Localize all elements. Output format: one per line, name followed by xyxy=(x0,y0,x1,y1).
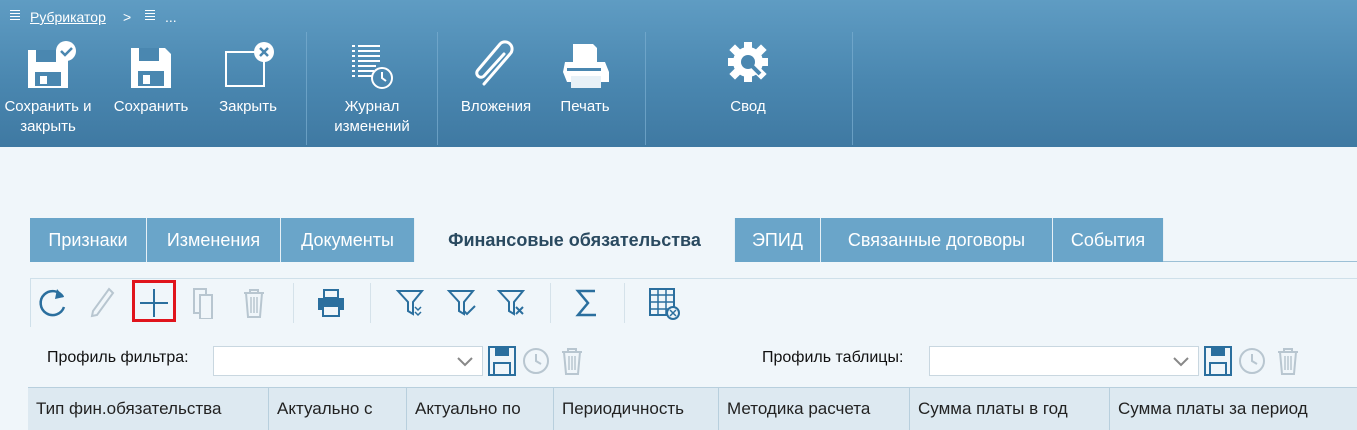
chevron-down-icon xyxy=(457,357,473,367)
column-header-valid-from[interactable]: Актуально с xyxy=(269,388,407,430)
table-settings-icon xyxy=(649,288,680,320)
filter-profile-label: Профиль фильтра: xyxy=(47,349,189,366)
close-label: Закрыть xyxy=(219,98,277,115)
changelog-label: Журнал изменений xyxy=(334,98,410,135)
document-icon xyxy=(145,10,155,22)
printer-icon xyxy=(318,289,344,317)
reset-filter-profile-button[interactable] xyxy=(521,345,551,377)
sum-button[interactable] xyxy=(567,279,607,325)
gear-wrench-icon xyxy=(728,42,768,82)
column-header-calculation-method[interactable]: Методика расчета xyxy=(719,388,910,430)
ribbon-separator xyxy=(645,32,646,145)
refresh-icon xyxy=(39,289,66,317)
reset-table-profile-button[interactable] xyxy=(1237,345,1267,377)
ribbon: Рубрикатор > ... Сохранить и закрыть Сох… xyxy=(0,0,1357,147)
pencil-icon xyxy=(90,287,115,318)
save-check-icon xyxy=(28,41,76,88)
attachments-label: Вложения xyxy=(460,98,532,115)
column-header-period-amount[interactable]: Сумма платы за период xyxy=(1110,388,1357,430)
column-header-obligation-type[interactable]: Тип фин.обязательства xyxy=(28,388,269,430)
breadcrumb-separator: > xyxy=(123,9,132,25)
filter-clear-icon xyxy=(496,290,526,316)
ribbon-separator xyxy=(852,32,853,145)
changelog-button[interactable]: Журнал изменений xyxy=(320,32,424,142)
save-and-close-button[interactable]: Сохранить и закрыть xyxy=(0,32,96,142)
paperclip-icon xyxy=(475,40,514,86)
changelog-icon xyxy=(352,45,393,89)
sigma-icon xyxy=(575,289,596,317)
chevron-down-icon xyxy=(1173,357,1189,367)
document-icon xyxy=(10,10,20,22)
printer-icon xyxy=(563,44,609,88)
save-and-close-label: Сохранить и закрыть xyxy=(4,98,92,135)
save-filter-profile-button[interactable] xyxy=(487,345,517,377)
tab-financial-obligations[interactable]: Финансовые обязательства xyxy=(415,218,735,262)
history-icon xyxy=(523,348,549,374)
column-header-periodicity[interactable]: Периодичность xyxy=(554,388,719,430)
tab-attributes[interactable]: Признаки xyxy=(30,218,147,262)
breadcrumb-current: ... xyxy=(165,9,177,25)
ribbon-separator xyxy=(306,32,307,145)
grid-toolbar xyxy=(30,278,1357,327)
filter-profile-select[interactable] xyxy=(213,346,483,376)
tab-documents[interactable]: Документы xyxy=(281,218,415,262)
refresh-button[interactable] xyxy=(33,279,73,325)
summary-label: Свод xyxy=(730,98,766,115)
table-settings-button[interactable] xyxy=(643,279,683,325)
print-grid-button[interactable] xyxy=(311,279,351,325)
filter-apply-button[interactable] xyxy=(442,279,482,325)
print-label: Печать xyxy=(560,98,610,115)
save-table-profile-button[interactable] xyxy=(1203,345,1233,377)
trash-icon xyxy=(562,348,582,375)
add-button-highlight xyxy=(132,280,176,322)
filter-clear-button[interactable] xyxy=(492,279,532,325)
history-icon xyxy=(1239,348,1265,374)
tab-underline xyxy=(1163,261,1357,262)
attachments-button[interactable]: Вложения xyxy=(450,32,542,142)
table-header: Тип фин.обязательства Актуально с Актуал… xyxy=(28,387,1357,430)
tab-related-contracts[interactable]: Связанные договоры xyxy=(821,218,1053,262)
copy-icon xyxy=(193,288,213,319)
delete-button[interactable] xyxy=(234,279,274,325)
table-profile-label: Профиль таблицы: xyxy=(762,349,904,366)
ribbon-separator xyxy=(437,32,438,145)
tab-changes[interactable]: Изменения xyxy=(147,218,281,262)
delete-table-profile-button[interactable] xyxy=(1273,345,1303,377)
column-header-valid-to[interactable]: Актуально по xyxy=(407,388,554,430)
delete-filter-profile-button[interactable] xyxy=(557,345,587,377)
summary-button[interactable]: Свод xyxy=(705,32,791,142)
breadcrumb-root-link[interactable]: Рубрикатор xyxy=(30,9,106,25)
filter-expand-icon xyxy=(395,290,425,317)
save-button[interactable]: Сохранить xyxy=(103,32,199,142)
toolbar-separator xyxy=(550,283,551,323)
toolbar-separator xyxy=(624,283,625,323)
toolbar-separator xyxy=(293,283,294,323)
toolbar-separator xyxy=(370,283,371,323)
copy-button[interactable] xyxy=(184,279,224,325)
tab-events[interactable]: События xyxy=(1053,218,1164,262)
save-icon xyxy=(131,48,171,88)
column-header-annual-amount[interactable]: Сумма платы в год xyxy=(910,388,1110,430)
close-button[interactable]: Закрыть xyxy=(206,32,290,142)
filter-check-icon xyxy=(446,290,476,316)
breadcrumb: Рубрикатор > ... xyxy=(0,0,1357,32)
save-label: Сохранить xyxy=(113,98,189,115)
save-icon xyxy=(1204,346,1232,376)
close-window-icon xyxy=(225,42,274,87)
edit-button[interactable] xyxy=(83,279,123,325)
print-button[interactable]: Печать xyxy=(546,32,624,142)
table-profile-select[interactable] xyxy=(929,346,1199,376)
tab-epid[interactable]: ЭПИД xyxy=(735,218,821,262)
save-icon xyxy=(488,346,516,376)
trash-icon xyxy=(1278,348,1298,375)
filter-expand-button[interactable] xyxy=(391,279,431,325)
trash-icon xyxy=(244,289,264,318)
